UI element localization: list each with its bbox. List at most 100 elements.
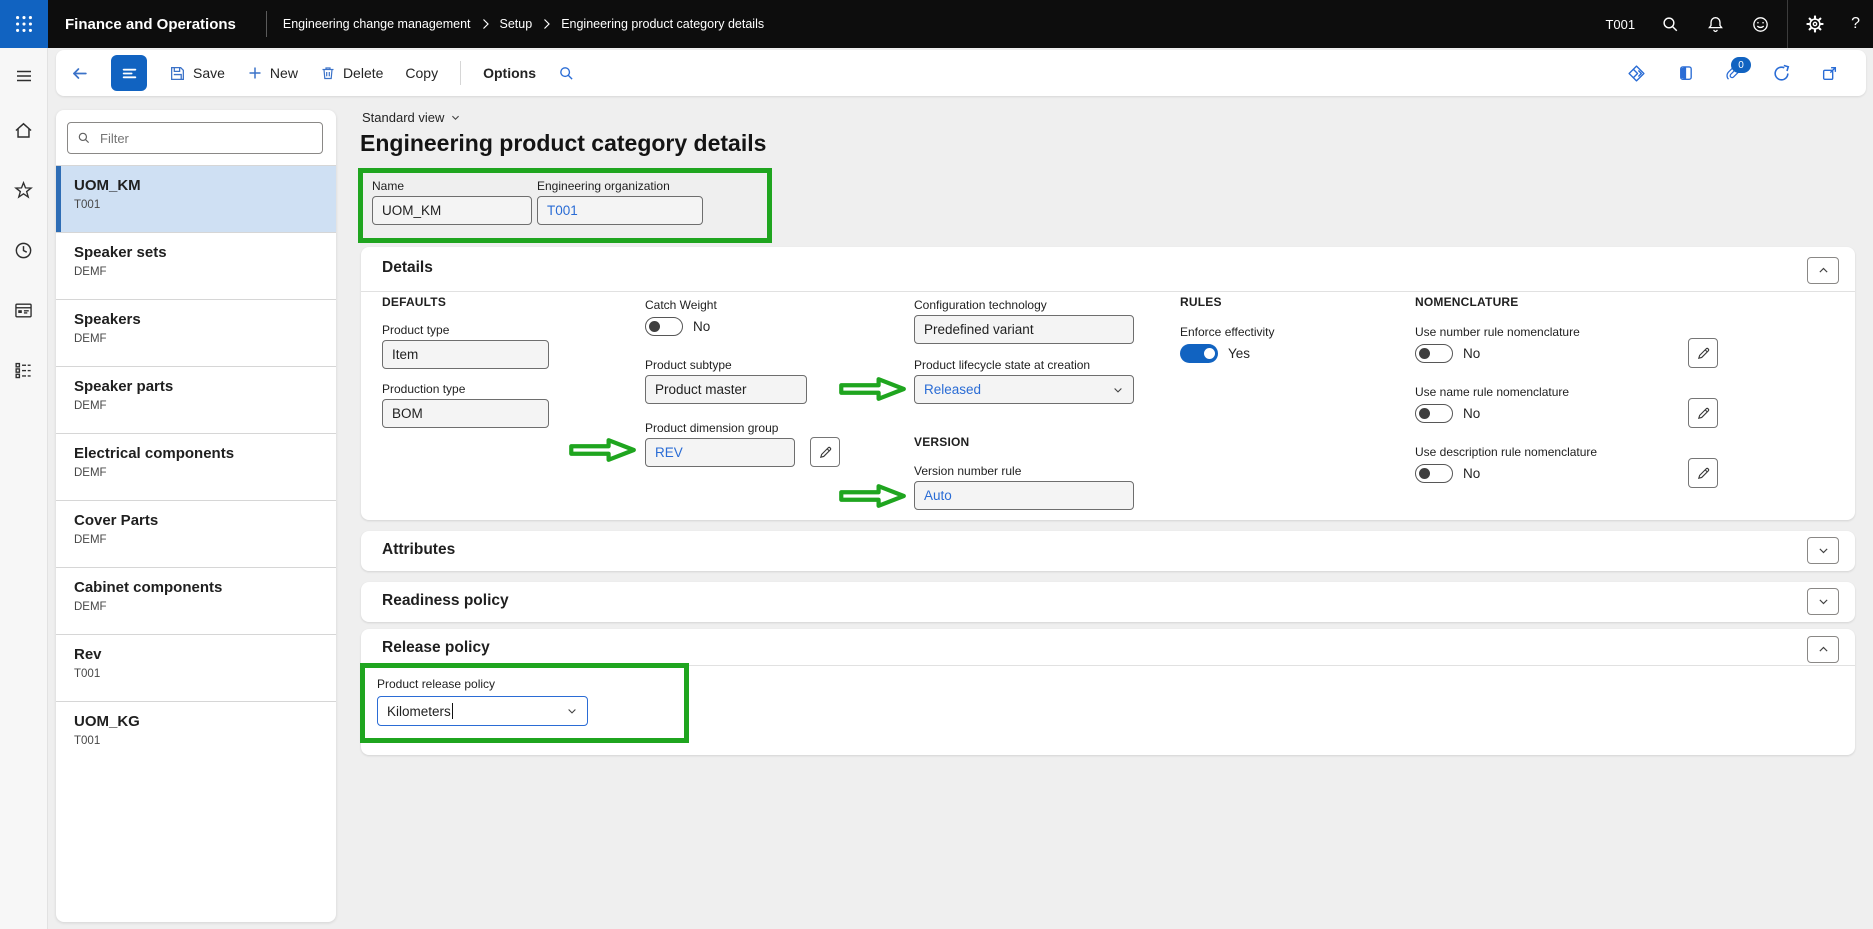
new-label: New bbox=[270, 65, 298, 81]
list-item[interactable]: Electrical components DEMF bbox=[56, 433, 336, 500]
use-number-rule-toggle[interactable] bbox=[1415, 344, 1453, 363]
workspace-window-icon bbox=[13, 300, 34, 321]
options-tab[interactable]: Options bbox=[483, 65, 536, 81]
toggle-knob bbox=[1419, 408, 1430, 419]
attachments-button[interactable]: 0 bbox=[1724, 64, 1742, 82]
refresh-button[interactable] bbox=[1772, 64, 1791, 83]
copy-button[interactable]: Copy bbox=[405, 65, 438, 81]
product-dimension-group-field[interactable]: REV bbox=[645, 438, 795, 467]
search-button[interactable] bbox=[1648, 0, 1693, 48]
product-subtype-label: Product subtype bbox=[645, 358, 732, 372]
details-collapse-button[interactable] bbox=[1807, 257, 1839, 284]
nomenclature-heading: NOMENCLATURE bbox=[1415, 295, 1519, 309]
nav-favorites-button[interactable] bbox=[4, 170, 44, 210]
save-button[interactable]: Save bbox=[169, 65, 225, 82]
product-dimension-group-link[interactable]: REV bbox=[655, 445, 683, 460]
product-type-field[interactable]: Item bbox=[382, 340, 549, 369]
back-button[interactable] bbox=[70, 65, 89, 82]
use-name-rule-toggle[interactable] bbox=[1415, 404, 1453, 423]
chevron-down-icon bbox=[1112, 384, 1124, 396]
toggle-knob bbox=[1419, 348, 1430, 359]
use-description-rule-toggle[interactable] bbox=[1415, 464, 1453, 483]
nav-home-button[interactable] bbox=[4, 110, 44, 150]
use-number-rule-value: No bbox=[1463, 346, 1480, 361]
product-release-policy-combobox[interactable]: Kilometers bbox=[377, 696, 588, 726]
power-apps-button[interactable] bbox=[1627, 64, 1646, 83]
nav-workspaces-button[interactable] bbox=[4, 290, 44, 330]
attachments-badge: 0 bbox=[1731, 57, 1751, 73]
company-picker[interactable]: T001 bbox=[1592, 0, 1648, 48]
new-button[interactable]: New bbox=[247, 65, 298, 81]
feedback-button[interactable] bbox=[1738, 0, 1783, 48]
lifecycle-state-link[interactable]: Released bbox=[924, 382, 981, 397]
release-policy-collapse-button[interactable] bbox=[1807, 636, 1839, 663]
nav-recent-button[interactable] bbox=[4, 230, 44, 270]
chevron-down-icon bbox=[1817, 544, 1830, 557]
catch-weight-toggle[interactable] bbox=[645, 317, 683, 336]
use-number-rule-edit-button[interactable] bbox=[1688, 338, 1718, 368]
breadcrumb-module[interactable]: Engineering change management bbox=[283, 17, 471, 31]
app-launcher-button[interactable] bbox=[0, 0, 48, 48]
back-arrow-icon bbox=[70, 65, 89, 82]
use-description-rule-edit-button[interactable] bbox=[1688, 458, 1718, 488]
settings-button[interactable] bbox=[1792, 0, 1838, 48]
use-name-rule-edit-button[interactable] bbox=[1688, 398, 1718, 428]
enforce-effectivity-toggle[interactable] bbox=[1180, 344, 1218, 363]
org-field[interactable]: T001 bbox=[537, 196, 703, 225]
list-item-title: Rev bbox=[74, 646, 336, 663]
configuration-technology-field[interactable]: Predefined variant bbox=[914, 315, 1134, 344]
readiness-policy-section-card: Readiness policy bbox=[361, 582, 1855, 622]
help-button[interactable]: ? bbox=[1838, 0, 1873, 48]
notifications-button[interactable] bbox=[1693, 0, 1738, 48]
name-field-value: UOM_KM bbox=[382, 203, 441, 218]
record-list-panel: UOM_KM T001 Speaker sets DEMF Speakers D… bbox=[56, 110, 336, 922]
list-item[interactable]: Speakers DEMF bbox=[56, 299, 336, 366]
panel-menu-toggle-button[interactable] bbox=[111, 55, 147, 91]
use-description-rule-toggle-row: No bbox=[1415, 464, 1480, 483]
breadcrumb-chevron-icon bbox=[481, 18, 490, 30]
left-navigation-rail bbox=[0, 48, 48, 929]
trash-icon bbox=[320, 65, 336, 81]
list-item[interactable]: UOM_KM T001 bbox=[56, 165, 336, 232]
toggle-knob bbox=[1419, 468, 1430, 479]
lifecycle-state-combobox[interactable]: Released bbox=[914, 375, 1134, 404]
name-field[interactable]: UOM_KM bbox=[372, 196, 532, 225]
list-item[interactable]: Speaker sets DEMF bbox=[56, 232, 336, 299]
version-rule-link[interactable]: Auto bbox=[924, 488, 952, 503]
list-item-title: Cabinet components bbox=[74, 579, 336, 596]
list-item-title: UOM_KG bbox=[74, 713, 336, 730]
version-rule-field[interactable]: Auto bbox=[914, 481, 1134, 510]
list-item-subtitle: T001 bbox=[74, 199, 336, 211]
nav-expand-button[interactable] bbox=[4, 56, 44, 96]
office-apps-button[interactable] bbox=[1676, 64, 1694, 82]
filter-input[interactable] bbox=[98, 130, 313, 147]
delete-button[interactable]: Delete bbox=[320, 65, 383, 81]
details-header-divider bbox=[361, 291, 1855, 292]
product-dimension-group-edit-button[interactable] bbox=[810, 437, 840, 467]
readiness-policy-expand-button[interactable] bbox=[1807, 588, 1839, 615]
action-search-button[interactable] bbox=[558, 65, 575, 82]
list-item[interactable]: Cover Parts DEMF bbox=[56, 500, 336, 567]
product-subtype-field[interactable]: Product master bbox=[645, 375, 807, 404]
plus-icon bbox=[247, 65, 263, 81]
search-icon bbox=[1661, 15, 1680, 34]
breadcrumb-page[interactable]: Engineering product category details bbox=[561, 17, 764, 31]
list-item[interactable]: Cabinet components DEMF bbox=[56, 567, 336, 634]
org-field-link[interactable]: T001 bbox=[547, 203, 578, 218]
attributes-expand-button[interactable] bbox=[1807, 537, 1839, 564]
attributes-section-title: Attributes bbox=[382, 541, 455, 559]
list-item[interactable]: Rev T001 bbox=[56, 634, 336, 701]
list-item-subtitle: DEMF bbox=[74, 534, 336, 546]
production-type-field[interactable]: BOM bbox=[382, 399, 549, 428]
readiness-policy-section-title: Readiness policy bbox=[382, 592, 509, 610]
list-item[interactable]: Speaker parts DEMF bbox=[56, 366, 336, 433]
list-item[interactable]: UOM_KG T001 bbox=[56, 701, 336, 768]
action-bar-divider bbox=[460, 61, 461, 85]
view-selector[interactable]: Standard view bbox=[362, 110, 461, 125]
bell-icon bbox=[1706, 15, 1725, 34]
chevron-up-icon bbox=[1817, 264, 1830, 277]
open-in-new-window-button[interactable] bbox=[1821, 65, 1838, 82]
production-type-label: Production type bbox=[382, 382, 465, 396]
breadcrumb-setup[interactable]: Setup bbox=[500, 17, 533, 31]
nav-modules-button[interactable] bbox=[4, 350, 44, 390]
